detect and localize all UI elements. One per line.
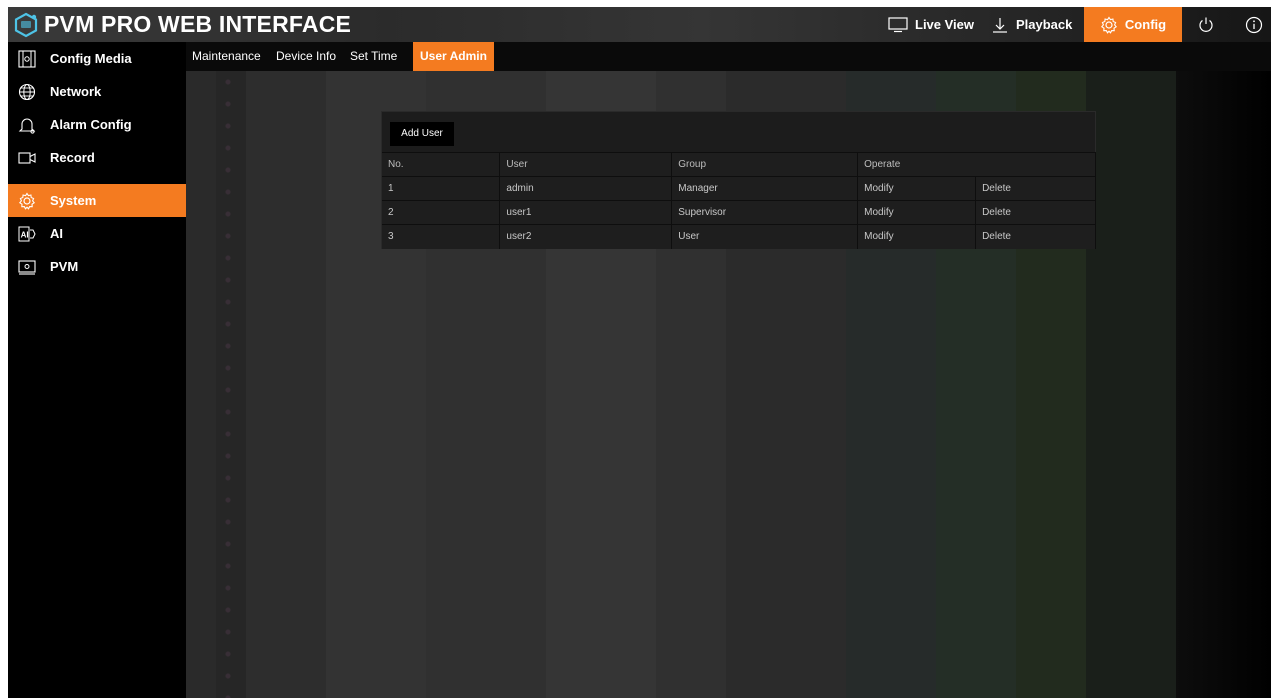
cell-user: user2 [499, 224, 673, 249]
sidebar-item-config-media[interactable]: Config Media [8, 42, 186, 75]
cell-no: 1 [382, 176, 501, 201]
cell-user: user1 [499, 200, 673, 225]
cell-group: Supervisor [671, 200, 859, 225]
cell-group: Manager [671, 176, 859, 201]
column-header-group: Group [671, 152, 859, 177]
column-header-user: User [499, 152, 673, 177]
user-admin-panel: Add User No. User Group Operate 1 admin … [381, 111, 1096, 249]
sidebar-item-label: AI [50, 226, 63, 241]
bell-icon [18, 118, 36, 134]
sidebar-item-label: System [50, 193, 97, 208]
sidebar-item-network[interactable]: Network [8, 75, 186, 108]
app-title: PVM PRO WEB INTERFACE [44, 11, 352, 37]
cell-no: 2 [382, 200, 501, 225]
user-table: No. User Group Operate 1 admin Manager M… [382, 152, 1096, 249]
sidebar-item-system[interactable]: System [8, 184, 186, 217]
content-area: Add User No. User Group Operate 1 admin … [186, 71, 1271, 698]
globe-icon [18, 83, 36, 101]
sidebar-item-label: PVM [50, 259, 79, 274]
info-icon [1245, 16, 1263, 33]
media-icon [18, 50, 36, 68]
table-row: 3 user2 User Modify Delete [382, 224, 1096, 249]
pvm-monitor-icon [18, 260, 36, 275]
nav-config-label: Config [1124, 17, 1167, 32]
sidebar-item-pvm[interactable]: PVM [8, 250, 186, 283]
column-header-operate: Operate [857, 152, 1096, 177]
tab-maintenance[interactable]: Maintenance [192, 42, 261, 71]
sidebar: Config Media Network Alarm Config Record… [8, 42, 186, 698]
tab-device-info[interactable]: Device Info [276, 42, 336, 71]
app-frame: PVM PRO WEB INTERFACE Live View Playback… [8, 7, 1271, 698]
delete-link[interactable]: Delete [982, 207, 1011, 218]
gear-icon [1100, 16, 1117, 34]
monitor-icon [888, 16, 908, 32]
delete-link[interactable]: Delete [982, 183, 1011, 194]
pvm-logo-icon [14, 12, 38, 38]
background-dots [222, 71, 234, 698]
nav-playback-button[interactable]: Playback [991, 7, 1072, 42]
nav-playback-label: Playback [1016, 17, 1073, 32]
sidebar-item-alarm-config[interactable]: Alarm Config [8, 108, 186, 141]
subtab-bar: Maintenance Device Info Set Time User Ad… [186, 42, 1271, 71]
sidebar-item-ai[interactable]: AI AI [8, 217, 186, 250]
svg-text:AI: AI [21, 231, 29, 240]
nav-live-view-button[interactable]: Live View [888, 7, 974, 42]
modify-link[interactable]: Modify [864, 231, 893, 242]
sidebar-item-record[interactable]: Record [8, 141, 186, 174]
table-header-row: No. User Group Operate [382, 152, 1096, 177]
info-button[interactable] [1242, 7, 1266, 42]
nav-live-view-label: Live View [915, 17, 975, 32]
sidebar-item-label: Alarm Config [50, 117, 132, 132]
power-icon [1199, 17, 1213, 32]
table-row: 2 user1 Supervisor Modify Delete [382, 200, 1096, 225]
download-arrow-icon [993, 17, 1007, 33]
gear-icon [18, 192, 36, 210]
sidebar-item-label: Record [50, 150, 95, 165]
delete-link[interactable]: Delete [982, 231, 1011, 242]
cell-group: User [671, 224, 859, 249]
power-button[interactable] [1194, 7, 1218, 42]
camera-icon [18, 152, 36, 164]
nav-config-button[interactable]: Config [1084, 7, 1182, 42]
column-header-no: No. [382, 152, 501, 177]
cell-no: 3 [382, 224, 501, 249]
sidebar-item-label: Network [50, 84, 102, 99]
add-user-button[interactable]: Add User [390, 122, 454, 146]
modify-link[interactable]: Modify [864, 207, 893, 218]
sidebar-item-label: Config Media [50, 51, 132, 66]
modify-link[interactable]: Modify [864, 183, 893, 194]
cell-user: admin [499, 176, 673, 201]
ai-icon: AI [18, 226, 36, 242]
tab-set-time[interactable]: Set Time [350, 42, 397, 71]
tab-user-admin[interactable]: User Admin [413, 42, 494, 71]
top-bar: PVM PRO WEB INTERFACE Live View Playback… [8, 7, 1271, 42]
table-row: 1 admin Manager Modify Delete [382, 176, 1096, 201]
